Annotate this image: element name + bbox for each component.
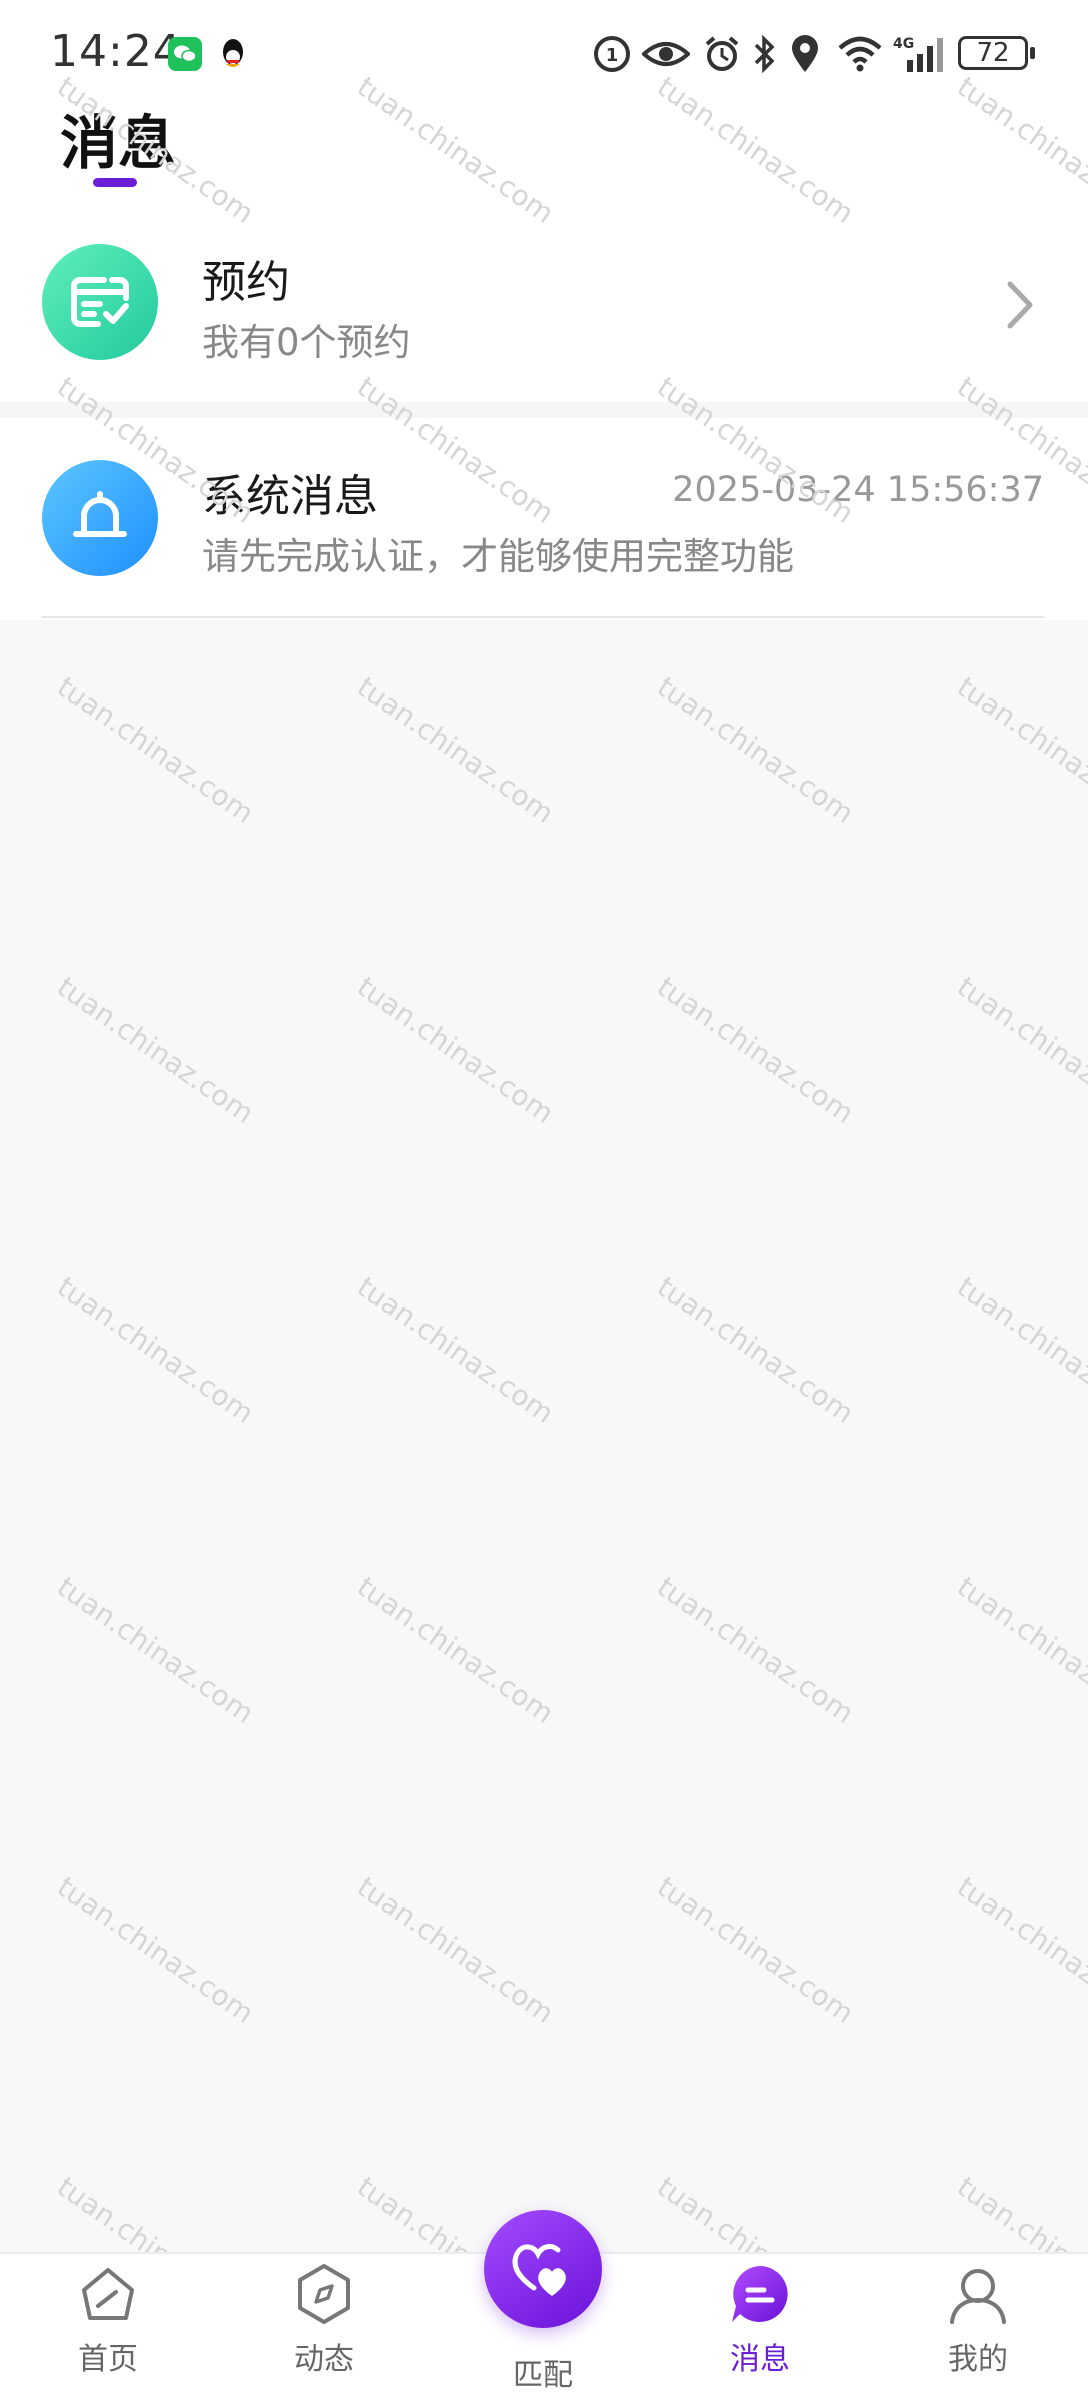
eye-icon (642, 34, 690, 74)
nav-messages[interactable]: 消息 (700, 2262, 820, 2392)
nav-profile-label: 我的 (948, 2342, 1008, 2377)
watermark-text: tuan.chinaz.com (51, 1870, 260, 2030)
nav-home-label: 首页 (78, 2342, 138, 2377)
appointment-title: 预约 (202, 257, 290, 308)
status-time: 14:24 (50, 26, 182, 77)
system-message-time: 2025-03-24 15:56:37 (672, 470, 1044, 510)
qq-icon (218, 34, 248, 74)
watermark-text: tuan.chinaz.com (651, 970, 860, 1130)
system-message-avatar (42, 460, 158, 576)
watermark-text: tuan.chinaz.com (351, 1870, 560, 2030)
bluetooth-icon (752, 34, 778, 74)
watermark-text: tuan.chinaz.com (651, 1270, 860, 1430)
system-message-row[interactable] (0, 418, 1088, 618)
watermark-text: tuan.chinaz.com (951, 1270, 1088, 1430)
watermark-text: tuan.chinaz.com (951, 670, 1088, 830)
watermark-text: tuan.chinaz.com (351, 1270, 560, 1430)
watermark-text: tuan.chinaz.com (351, 1570, 560, 1730)
person-icon (950, 2269, 1006, 2324)
status-bar: 14:24 1 4G 72 (0, 0, 1088, 110)
watermark-text: tuan.chinaz.com (351, 970, 560, 1130)
watermark-text: tuan.chinaz.com (51, 970, 260, 1130)
battery-icon (1030, 47, 1035, 59)
watermark-text: tuan.chinaz.com (651, 1870, 860, 2030)
home-icon (82, 2268, 134, 2320)
chevron-right-icon[interactable] (1002, 280, 1038, 334)
heart-match-icon (512, 2244, 566, 2296)
location-icon (790, 34, 820, 74)
network-type-label: 4G (893, 36, 914, 52)
wifi-icon (836, 34, 884, 74)
message-icon (732, 2266, 788, 2322)
title-underline (93, 178, 137, 187)
nav-match-label[interactable]: 匹配 (484, 2350, 602, 2394)
system-message-title: 系统消息 (202, 471, 378, 522)
watermark-text: tuan.chinaz.com (951, 970, 1088, 1130)
nav-feed[interactable]: 动态 (264, 2262, 384, 2392)
bell-icon (73, 491, 127, 537)
watermark-text: tuan.chinaz.com (651, 1570, 860, 1730)
data-saver-icon: 1 (592, 34, 632, 74)
wechat-icon (168, 34, 202, 74)
nav-match-button[interactable] (484, 2210, 602, 2328)
appointment-count: 我有0个预约 (202, 321, 411, 364)
watermark-text: tuan.chinaz.com (951, 1570, 1088, 1730)
cellular-signal-icon: 4G (893, 34, 947, 74)
row-divider (42, 616, 1044, 618)
watermark-text: tuan.chinaz.com (51, 670, 260, 830)
watermark-text: tuan.chinaz.com (351, 670, 560, 830)
appointment-avatar (42, 244, 158, 360)
nav-messages-label: 消息 (730, 2342, 790, 2377)
calendar-check-icon (71, 277, 129, 327)
watermark-text: tuan.chinaz.com (51, 1270, 260, 1430)
watermark-text: tuan.chinaz.com (51, 1570, 260, 1730)
compass-icon (298, 2264, 350, 2324)
page-title: 消息 (60, 109, 177, 177)
appointment-row[interactable] (0, 230, 1088, 402)
nav-profile[interactable]: 我的 (918, 2262, 1038, 2392)
nav-home[interactable]: 首页 (48, 2262, 168, 2392)
battery-level: 72 (958, 36, 1028, 70)
section-divider (0, 402, 1088, 418)
alarm-icon (702, 34, 742, 74)
watermark-text: tuan.chinaz.com (651, 670, 860, 830)
system-message-preview: 请先完成认证，才能够使用完整功能 (202, 535, 794, 578)
svg-text:1: 1 (606, 45, 619, 66)
nav-feed-label: 动态 (294, 2342, 354, 2377)
watermark-text: tuan.chinaz.com (951, 1870, 1088, 2030)
